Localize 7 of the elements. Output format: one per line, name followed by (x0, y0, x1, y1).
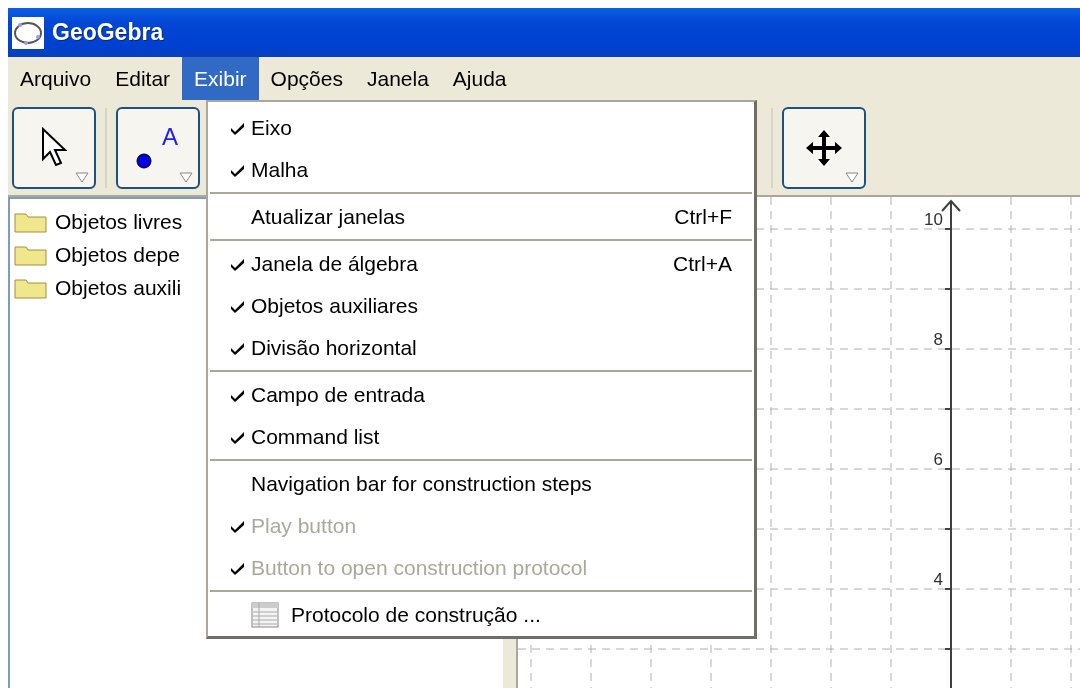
axis-label: 4 (933, 570, 943, 589)
axis-label: 8 (933, 330, 943, 349)
axis-label: 10 (924, 210, 943, 229)
window-title: GeoGebra (52, 19, 164, 46)
axis-label: 6 (933, 450, 943, 469)
shortcut-text: Ctrl+F (674, 205, 732, 229)
shortcut-text: Ctrl+A (673, 252, 732, 276)
